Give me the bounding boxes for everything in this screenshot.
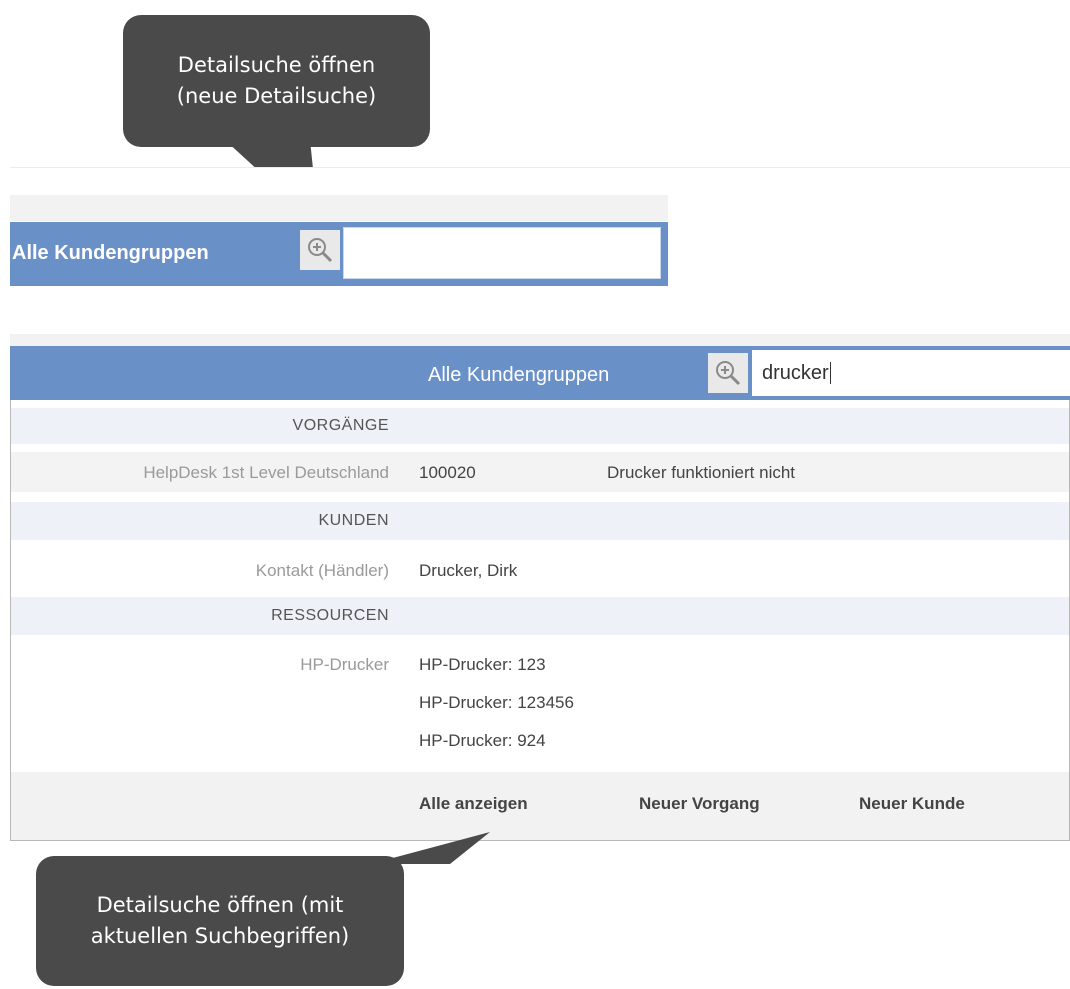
search-area-strip xyxy=(10,195,668,221)
section-title: VORGÄNGE xyxy=(292,417,389,434)
section-header-resources: RESSOURCEN xyxy=(11,597,1069,635)
callout-detail-search-current: Detailsuche öffnen (mit aktuellen Suchbe… xyxy=(36,856,404,986)
result-row-customer[interactable]: Kontakt (Händler) Drucker, Dirk xyxy=(11,550,1069,590)
open-detail-search-button[interactable] xyxy=(300,230,340,270)
section-header-customers: KUNDEN xyxy=(11,502,1069,540)
callout-new-detail-search: Detailsuche öffnen (neue Detailsuche) xyxy=(123,15,430,147)
callout-detail-search-current-text: Detailsuche öffnen (mit aktuellen Suchbe… xyxy=(90,893,350,948)
section-title: KUNDEN xyxy=(318,512,389,529)
resource-item[interactable]: HP-Drucker: 924 xyxy=(419,731,546,751)
customer-search-bar: Alle Kundengruppen xyxy=(10,222,668,286)
zoom-in-icon xyxy=(716,361,741,386)
customer-name[interactable]: Drucker, Dirk xyxy=(419,561,517,581)
zoom-in-icon xyxy=(308,238,333,263)
results-footer: Alle anzeigen Neuer Vorgang Neuer Kunde xyxy=(11,772,1069,840)
new-case-link[interactable]: Neuer Vorgang xyxy=(639,794,760,814)
search-input[interactable] xyxy=(343,227,661,279)
text-cursor xyxy=(829,362,831,384)
case-id[interactable]: 100020 xyxy=(419,463,476,483)
active-detail-search-button[interactable] xyxy=(708,353,748,393)
active-search-bar: Alle Kundengruppen drucker xyxy=(10,346,1070,400)
result-category: Kontakt (Händler) xyxy=(255,561,389,580)
result-category: HelpDesk 1st Level Deutschland xyxy=(143,463,389,482)
active-search-input[interactable]: drucker xyxy=(752,350,1070,396)
resource-item[interactable]: HP-Drucker: 123 xyxy=(419,655,546,675)
result-category: HP-Drucker xyxy=(300,655,389,674)
section-title: RESSOURCEN xyxy=(271,607,389,624)
result-row-case[interactable]: HelpDesk 1st Level Deutschland 100020 Dr… xyxy=(11,452,1069,492)
case-summary[interactable]: Drucker funktioniert nicht xyxy=(607,463,795,483)
search-area-strip-bottom xyxy=(10,334,1070,346)
resource-item[interactable]: HP-Drucker: 123456 xyxy=(419,693,574,713)
search-query-text: drucker xyxy=(762,361,829,384)
active-customer-group-label[interactable]: Alle Kundengruppen xyxy=(428,364,609,387)
customer-group-label[interactable]: Alle Kundengruppen xyxy=(12,242,209,265)
section-header-cases: VORGÄNGE xyxy=(11,408,1069,444)
callout-new-detail-search-text: Detailsuche öffnen (neue Detailsuche) xyxy=(176,53,377,108)
show-all-link[interactable]: Alle anzeigen xyxy=(419,794,528,814)
result-row-resource: HP-Drucker HP-Drucker: 123 HP-Drucker: 1… xyxy=(11,645,1069,765)
new-customer-link[interactable]: Neuer Kunde xyxy=(859,794,965,814)
